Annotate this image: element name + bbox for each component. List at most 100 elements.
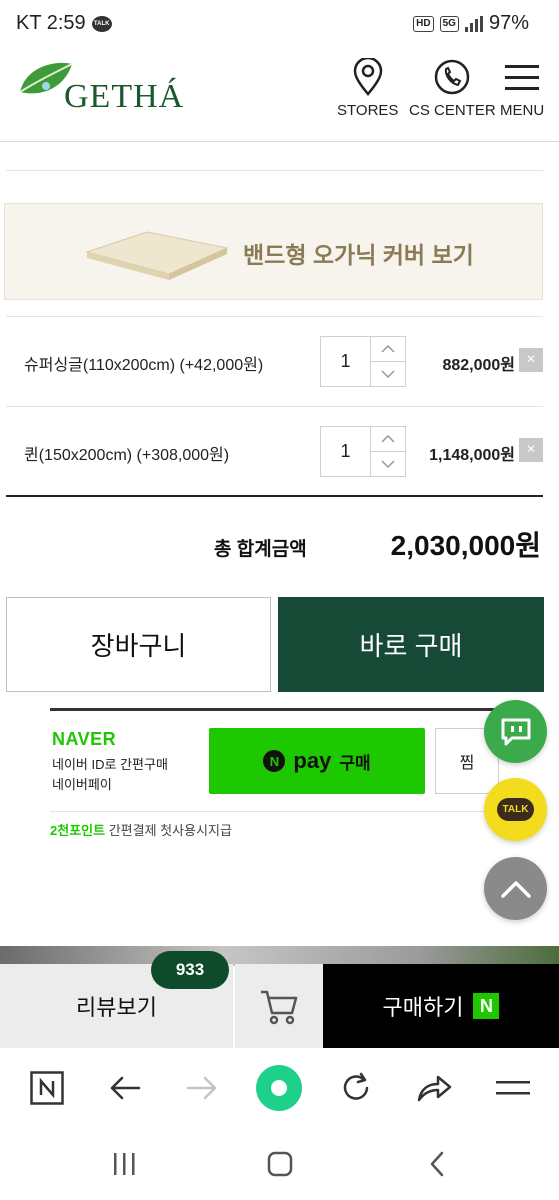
logo-text: GETHÁ (64, 78, 185, 115)
arrow-right-icon (186, 1076, 217, 1100)
back-button[interactable] (105, 1068, 145, 1108)
mattress-cover-image (85, 231, 229, 280)
browser-toolbar (0, 1048, 559, 1128)
getha-logo[interactable]: GETHÁ (16, 58, 206, 118)
cart-button[interactable] (235, 964, 323, 1048)
close-icon: × (526, 441, 536, 458)
total-label: 총 합계금액 (214, 539, 307, 560)
battery-level: 97% (488, 12, 529, 34)
chat-icon (501, 718, 530, 745)
recent-apps-button[interactable] (104, 1146, 144, 1182)
system-navigation-bar (0, 1128, 559, 1200)
chevron-up-icon (500, 880, 531, 898)
purchase-label: 구매하기 (382, 995, 464, 1020)
naver-sub-line: 네이버 ID로 간편구매 (52, 757, 168, 772)
home-button[interactable] (260, 1146, 300, 1182)
stores-label: STORES (337, 102, 399, 119)
cs-center-button[interactable]: CS CENTER (409, 58, 496, 119)
share-button[interactable] (414, 1068, 454, 1108)
refresh-button[interactable] (336, 1068, 376, 1108)
menu-button[interactable]: MENU (500, 58, 544, 119)
product-image-edge (0, 946, 559, 966)
system-back-button[interactable] (417, 1146, 457, 1182)
green-dot-icon (256, 1065, 302, 1111)
status-bar: KT 2:59 TALK HD 5G 97% (0, 0, 559, 50)
status-right: HD 5G 97% (413, 12, 529, 35)
decrease-quantity-button[interactable] (371, 452, 405, 476)
option-name: 퀸(150x200cm) (+308,000원) (24, 447, 230, 464)
option-row: 퀸(150x200cm) (+308,000원) 1 1,148,000원 × (6, 407, 543, 497)
total-amount: 2,030,000원 (390, 530, 541, 561)
chevron-up-icon (381, 435, 395, 443)
green-dot-button[interactable] (254, 1063, 304, 1113)
hd-icon: HD (413, 15, 434, 32)
hamburger-menu-icon (505, 65, 540, 90)
menu-lines-icon (496, 1081, 530, 1095)
chevron-up-icon (381, 345, 395, 353)
naver-brand: NAVER (52, 729, 117, 749)
divider (6, 170, 543, 171)
organic-cover-banner[interactable]: 밴드형 오가닉 커버 보기 (4, 203, 543, 300)
naver-pay-description: 네이버 ID로 간편구매 네이버페이 (52, 755, 168, 795)
chat-button[interactable] (484, 700, 547, 763)
signal-icon (464, 15, 483, 32)
promo-highlight: 2천포인트 (50, 823, 106, 838)
carrier-time: KT 2:59 (16, 12, 86, 34)
naver-n-icon: N (473, 993, 500, 1019)
quantity-stepper: 1 (320, 426, 406, 477)
pay-wordmark: pay (293, 748, 332, 773)
quantity-input[interactable]: 1 (321, 427, 371, 476)
chevron-down-icon (381, 460, 395, 468)
naver-home-icon (30, 1071, 64, 1105)
option-price: 1,148,000원 (429, 447, 515, 464)
option-price: 882,000원 (442, 357, 515, 374)
quantity-input[interactable]: 1 (321, 337, 371, 386)
forward-button[interactable] (182, 1068, 222, 1108)
naver-pay-buy-button[interactable]: N pay 구매 (209, 728, 425, 794)
arrow-left-icon (110, 1076, 141, 1100)
chevron-left-icon (430, 1151, 444, 1177)
chevron-down-icon (381, 370, 395, 378)
naver-sub-line: 네이버페이 (52, 777, 112, 792)
network-5g-icon: 5G (439, 15, 459, 32)
menu-label: MENU (500, 102, 545, 119)
naver-pay-widget: NAVER 네이버 ID로 간편구매 네이버페이 N pay 구매 찜 2천포인… (50, 708, 500, 844)
recent-apps-icon (114, 1153, 135, 1175)
increase-quantity-button[interactable] (371, 337, 405, 362)
phone-icon (435, 59, 470, 95)
banner-text: 밴드형 오가닉 커버 보기 (243, 242, 474, 268)
stores-button[interactable]: STORES (337, 58, 398, 119)
browser-menu-button[interactable] (493, 1068, 533, 1108)
kakaotalk-notification-icon: TALK (91, 15, 112, 32)
naver-home-button[interactable] (27, 1068, 67, 1108)
divider (50, 811, 500, 812)
kakaotalk-icon: TALK (496, 798, 535, 821)
refresh-icon (343, 1072, 369, 1100)
location-pin-icon (353, 58, 382, 96)
naver-n-icon: N (263, 750, 286, 772)
quantity-stepper: 1 (320, 336, 406, 387)
kakaotalk-button[interactable]: TALK (484, 778, 547, 841)
pay-buy-label: 구매 (339, 753, 371, 773)
remove-option-button[interactable]: × (519, 438, 543, 462)
add-to-cart-button[interactable]: 장바구니 (6, 597, 271, 692)
decrease-quantity-button[interactable] (371, 362, 405, 386)
option-name: 슈퍼싱글(110x200cm) (+42,000원) (24, 357, 264, 374)
site-header: GETHÁ STORES CS CENTER MENU (0, 50, 559, 142)
buy-now-button[interactable]: 바로 구매 (278, 597, 544, 692)
scroll-top-button[interactable] (484, 857, 547, 920)
home-icon (267, 1151, 293, 1177)
cart-icon (261, 990, 298, 1025)
total-divider (6, 495, 543, 497)
remove-option-button[interactable]: × (519, 348, 543, 372)
option-row: 슈퍼싱글(110x200cm) (+42,000원) 1 882,000원 × (6, 317, 543, 407)
increase-quantity-button[interactable] (371, 427, 405, 452)
cs-center-label: CS CENTER (409, 102, 496, 119)
share-icon (417, 1075, 452, 1102)
status-left: KT 2:59 TALK (16, 12, 112, 35)
naver-pay-promo: 2천포인트 간편결제 첫사용시지급 (50, 820, 232, 839)
purchase-button[interactable]: 구매하기 N (323, 964, 559, 1048)
bottom-action-bar: 리뷰보기 구매하기 N (0, 964, 559, 1048)
close-icon: × (526, 351, 536, 368)
promo-text: 간편결제 첫사용시지급 (105, 823, 232, 838)
